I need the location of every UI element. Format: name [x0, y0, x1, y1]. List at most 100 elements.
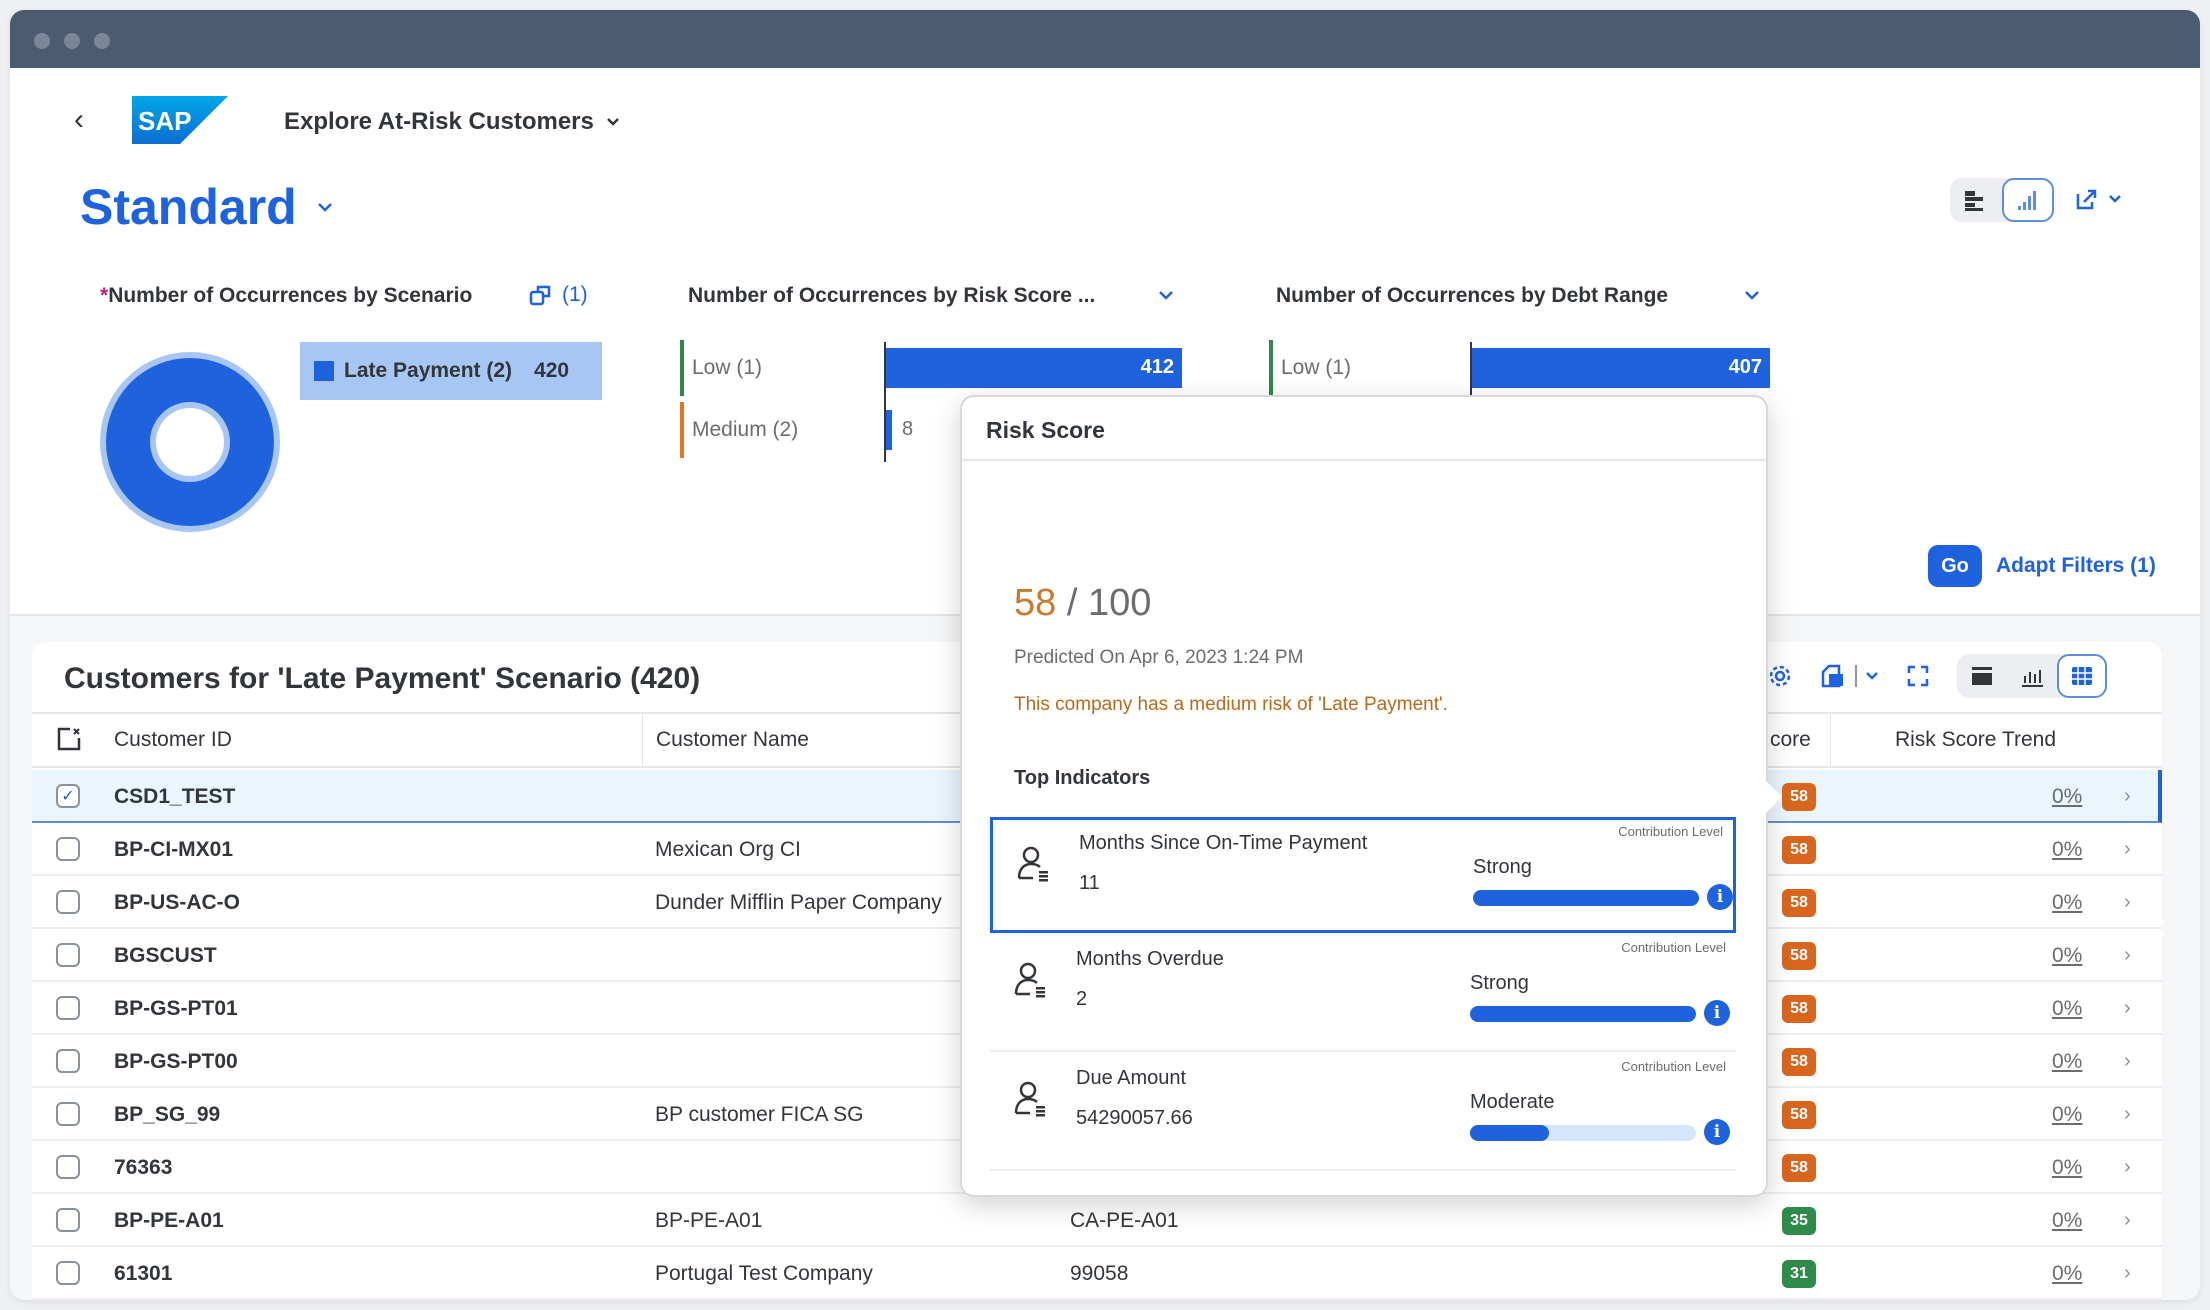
risk-score-badge[interactable]: 31 [1782, 1260, 1816, 1288]
risk-score-badge[interactable]: 35 [1782, 1207, 1816, 1235]
chart-view-button[interactable] [2007, 654, 2057, 698]
row-navigation-chevron-icon[interactable]: › [2124, 1247, 2131, 1300]
row-checkbox[interactable] [56, 1155, 80, 1179]
row-checkbox[interactable] [56, 837, 80, 861]
table-view-toggle [1957, 654, 2107, 698]
table-view-button[interactable] [2057, 654, 2107, 698]
row-navigation-chevron-icon[interactable]: › [2124, 823, 2131, 876]
bar-category-label[interactable]: Low (1) [680, 340, 762, 396]
cell-customer-name: BP-PE-A01 [655, 1208, 763, 1232]
indicator-item[interactable]: Months Overdue 2 Contribution Level Strong i [990, 936, 1736, 1052]
contribution-level-label: Contribution Level [1621, 1059, 1726, 1074]
bar-category-label[interactable]: Low (1) [1269, 340, 1351, 396]
row-navigation-chevron-icon[interactable]: › [2124, 1035, 2131, 1088]
scenario-selection-button[interactable]: (1) [528, 282, 588, 308]
back-button[interactable]: ‹ [74, 103, 84, 137]
donut-legend-item[interactable]: Late Payment (2) 420 [300, 342, 602, 400]
fullscreen-button[interactable] [1905, 663, 1931, 689]
row-checkbox[interactable]: ✓ [56, 784, 80, 808]
risk-score-trend-link[interactable]: 0% [2052, 982, 2082, 1035]
legend-value: 420 [534, 359, 570, 382]
table-row[interactable]: BP-PE-A01 BP-PE-A01 CA-PE-A01 35 0% › [32, 1194, 2162, 1247]
variant-selector[interactable]: Standard [80, 178, 333, 236]
risk-score-trend-link[interactable]: 0% [2052, 1088, 2082, 1141]
row-checkbox[interactable] [56, 996, 80, 1020]
row-navigation-chevron-icon[interactable]: › [2124, 876, 2131, 929]
bar-axis [884, 342, 886, 462]
row-checkbox[interactable] [56, 890, 80, 914]
risk-score-trend-link[interactable]: 0% [2052, 876, 2082, 929]
bar-value-label: 8 [902, 418, 914, 440]
table-title: Customers for 'Late Payment' Scenario (4… [64, 662, 701, 695]
select-all-button[interactable] [56, 726, 82, 758]
risk-score-badge[interactable]: 58 [1782, 1154, 1816, 1182]
row-navigation-chevron-icon[interactable]: › [2124, 929, 2131, 982]
risk-score-trend-link[interactable]: 0% [2052, 929, 2082, 982]
window-dot [34, 33, 50, 49]
settings-button[interactable] [1767, 663, 1793, 689]
column-header-risk-score[interactable]: core [1770, 714, 1811, 766]
risk-score-badge[interactable]: 58 [1782, 783, 1816, 811]
visual-filter-view-button[interactable] [2002, 178, 2054, 222]
indicator-item[interactable]: Months Since On-Time Payment 11 Contributi… [990, 817, 1736, 933]
indicator-icon [1012, 960, 1052, 1009]
row-checkbox[interactable] [56, 1102, 80, 1126]
customer-data-icon [1014, 962, 1045, 998]
risk-score-popover: Risk Score 58 / 100 Predicted On Apr 6, … [960, 395, 1768, 1197]
cell-customer-id: BP-PE-A01 [114, 1208, 224, 1232]
scenario-donut-chart[interactable] [98, 350, 282, 534]
info-icon[interactable]: i [1707, 884, 1733, 910]
column-header-customer-id[interactable]: Customer ID [114, 714, 232, 766]
bar[interactable] [886, 410, 892, 450]
adapt-filters-link[interactable]: Adapt Filters (1) [1996, 554, 2156, 578]
chevron-down-icon [317, 203, 332, 212]
risk-score-trend-link[interactable]: 0% [2052, 823, 2082, 876]
column-header-customer-name[interactable]: Customer Name [642, 714, 809, 766]
indicator-item[interactable]: Due Amount 54290057.66 Contribution Level M… [990, 1055, 1736, 1171]
window-dot [64, 33, 80, 49]
bar-value-label: 407 [1728, 356, 1762, 378]
risk-score-trend-link[interactable]: 0% [2052, 1141, 2082, 1194]
row-navigation-chevron-icon[interactable]: › [2124, 982, 2131, 1035]
customer-data-icon [1017, 846, 1048, 882]
column-header-risk-score-trend[interactable]: Risk Score Trend [1830, 714, 2070, 766]
info-icon[interactable]: i [1704, 1119, 1730, 1145]
chevron-down-icon[interactable] [1158, 290, 1174, 302]
contribution-level-label: Contribution Level [1621, 940, 1726, 955]
bar-chart-icon [2018, 191, 2036, 210]
risk-score-badge[interactable]: 58 [1782, 995, 1816, 1023]
risk-score-trend-link[interactable]: 0% [2052, 770, 2082, 823]
share-button[interactable] [2074, 186, 2122, 212]
risk-score-trend-link[interactable]: 0% [2052, 1035, 2082, 1088]
row-checkbox[interactable] [56, 1208, 80, 1232]
row-checkbox[interactable] [56, 1049, 80, 1073]
chevron-down-icon[interactable] [1744, 290, 1760, 302]
info-icon[interactable]: i [1704, 1000, 1730, 1026]
risk-score-trend-link[interactable]: 0% [2052, 1194, 2082, 1247]
risk-score-badge[interactable]: 58 [1782, 1048, 1816, 1076]
bar-category-label[interactable]: Medium (2) [680, 402, 798, 458]
risk-score-badge[interactable]: 58 [1782, 836, 1816, 864]
go-button[interactable]: Go [1928, 545, 1982, 587]
debt-range-card-title: Number of Occurrences by Debt Range [1276, 284, 1669, 307]
compact-filter-view-button[interactable] [1950, 178, 2002, 222]
contribution-level-value: Strong [1473, 856, 1532, 878]
row-checkbox[interactable] [56, 1261, 80, 1285]
risk-score-badge[interactable]: 58 [1782, 942, 1816, 970]
share-icon [2076, 189, 2097, 210]
row-navigation-chevron-icon[interactable]: › [2124, 1141, 2131, 1194]
row-navigation-chevron-icon[interactable]: › [2124, 1088, 2131, 1141]
risk-score-badge[interactable]: 58 [1782, 1101, 1816, 1129]
table-row[interactable]: 61301 Portugal Test Company 99058 31 0% › [32, 1247, 2162, 1300]
row-checkbox[interactable] [56, 943, 80, 967]
app-title: Explore At-Risk Customers [284, 108, 594, 135]
risk-score-trend-link[interactable]: 0% [2052, 1247, 2082, 1300]
row-navigation-chevron-icon[interactable]: › [2124, 1194, 2131, 1247]
indicator-icon [1015, 844, 1055, 893]
risk-score-badge[interactable]: 58 [1782, 889, 1816, 917]
copy-selection-icon [529, 285, 551, 306]
app-title-menu[interactable]: Explore At-Risk Customers [284, 108, 620, 136]
chart-and-table-view-button[interactable] [1957, 654, 2007, 698]
row-navigation-chevron-icon[interactable]: › [2124, 770, 2131, 823]
export-button[interactable] [1819, 662, 1879, 690]
